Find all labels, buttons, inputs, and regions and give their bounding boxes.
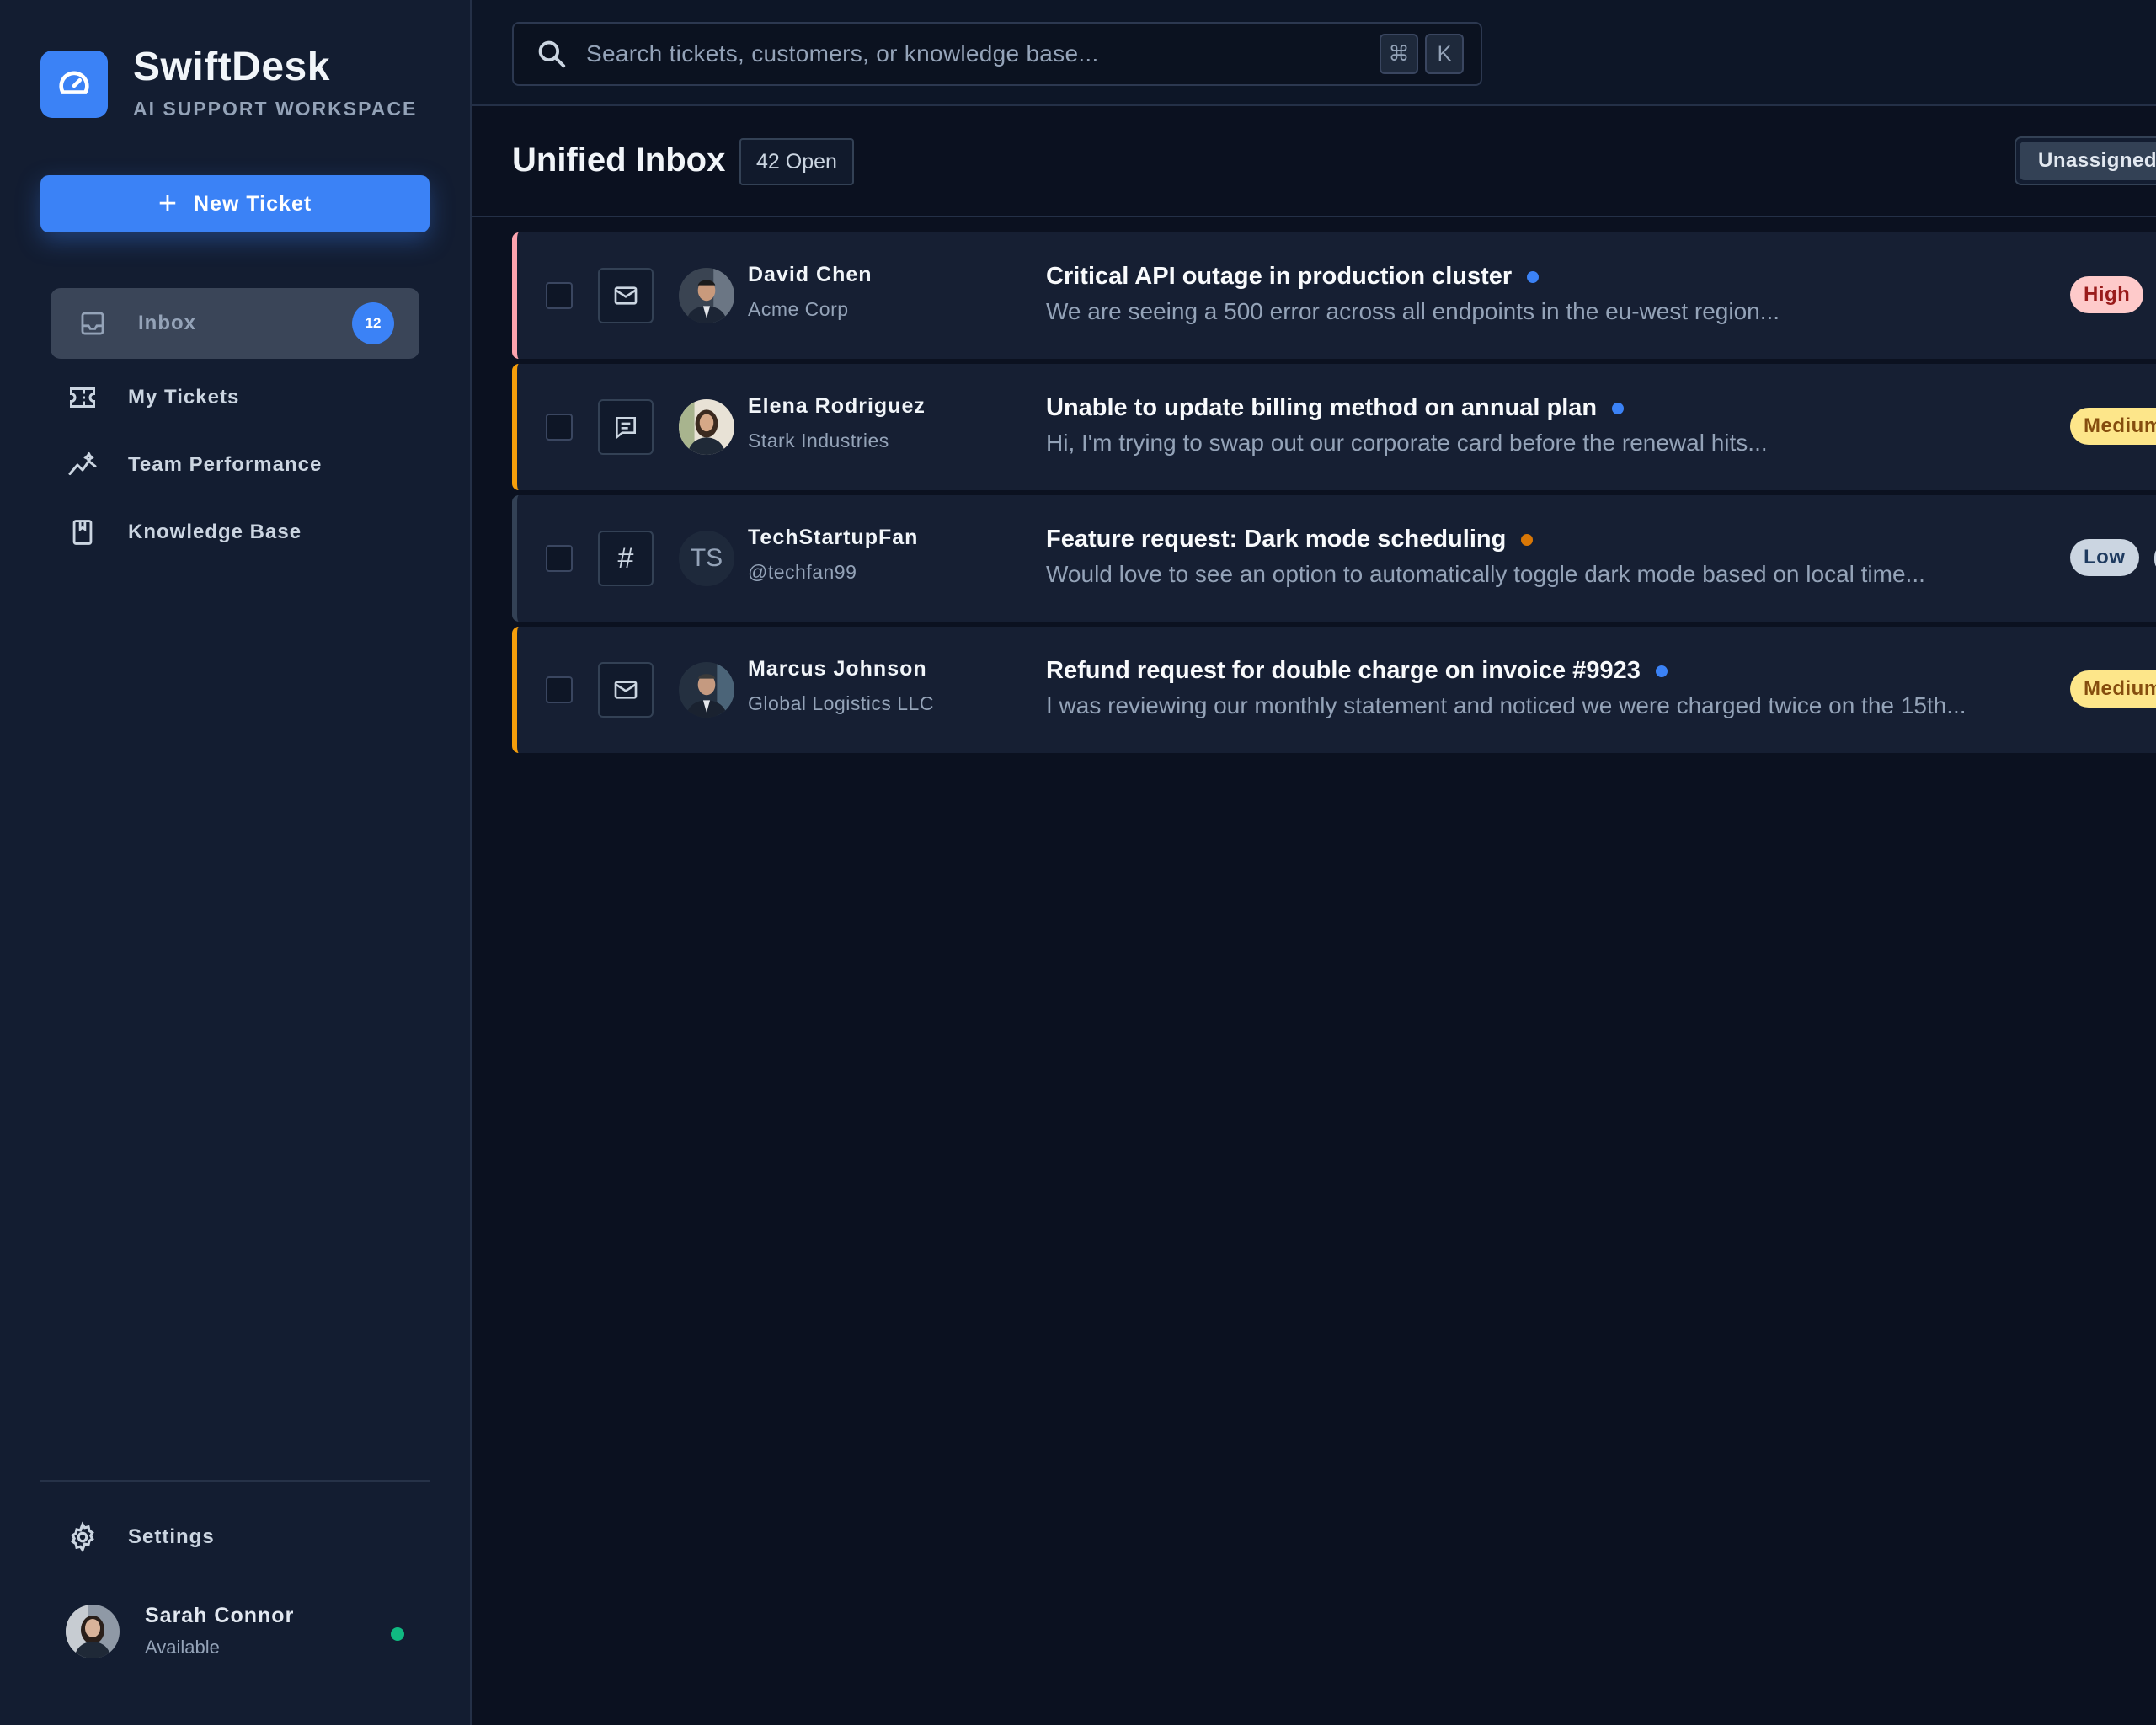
brand: SwiftDesk AI SUPPORT WORKSPACE	[40, 47, 417, 120]
sidebar: SwiftDesk AI SUPPORT WORKSPACE + New Tic…	[0, 0, 472, 1725]
trending-icon	[66, 448, 99, 482]
ticket-subject-text: Refund request for double charge on invo…	[1046, 657, 1641, 684]
customer-name: Elena Rodriguez	[748, 394, 926, 418]
ticket-preview: We are seeing a 500 error across all end…	[1046, 298, 1780, 324]
unread-dot	[1655, 665, 1668, 677]
row-checkbox[interactable]	[546, 545, 573, 572]
row-checkbox[interactable]	[546, 414, 573, 441]
sidebar-item-label: Team Performance	[128, 453, 323, 476]
chat-icon	[598, 399, 654, 455]
online-status-dot	[391, 1627, 404, 1641]
mail-icon	[598, 662, 654, 718]
ticket-subject: Critical API outage in production cluste…	[1046, 263, 1540, 291]
search-placeholder: Search tickets, customers, or knowledge …	[586, 40, 1099, 67]
sidebar-item-my-tickets[interactable]: My Tickets	[40, 362, 409, 433]
ticket-preview: I was reviewing our monthly statement an…	[1046, 692, 1967, 718]
customer-name: TechStartupFan	[748, 526, 919, 549]
sidebar-item-label: My Tickets	[128, 386, 240, 409]
priority-badge: Medium	[2070, 408, 2156, 445]
ticket-subject: Feature request: Dark mode scheduling	[1046, 526, 1534, 553]
user-status: Available	[145, 1637, 220, 1658]
ticket-subject-text: Critical API outage in production cluste…	[1046, 263, 1513, 290]
current-user[interactable]: Sarah Connor Available	[66, 1604, 404, 1658]
ticket-subject: Refund request for double charge on invo…	[1046, 657, 1668, 685]
row-checkbox[interactable]	[546, 282, 573, 309]
page-title: Unified Inbox	[512, 142, 726, 179]
new-ticket-label: New Ticket	[194, 191, 312, 216]
table-row[interactable]: # TS TechStartupFan @techfan99 Feature r…	[512, 495, 2156, 622]
priority-badge: Low	[2070, 539, 2139, 576]
open-count-badge: 42 Open	[739, 138, 854, 185]
brand-subtitle: AI SUPPORT WORKSPACE	[133, 98, 418, 120]
customer-org: Global Logistics LLC	[748, 692, 934, 714]
unread-dot	[1521, 533, 1534, 546]
settings-label: Settings	[128, 1525, 215, 1548]
avatar	[679, 662, 734, 718]
priority-badge: Medium	[2070, 670, 2156, 708]
book-icon	[66, 515, 99, 549]
ticket-preview: Would love to see an option to automatic…	[1046, 561, 1925, 587]
mail-icon	[598, 268, 654, 323]
user-name: Sarah Connor	[145, 1604, 295, 1627]
ticket-preview: Hi, I'm trying to swap out our corporate…	[1046, 430, 1768, 456]
customer-org: Acme Corp	[748, 298, 849, 320]
inbox-count-badge: 12	[352, 302, 394, 344]
sidebar-item-label: Inbox	[138, 312, 196, 334]
inbox-header: Unified Inbox 42 Open Unassigned	[472, 108, 2156, 217]
sidebar-item-inbox[interactable]: Inbox 12	[51, 288, 419, 359]
avatar	[679, 268, 734, 323]
sidebar-item-team-performance[interactable]: Team Performance	[40, 430, 409, 500]
row-checkbox[interactable]	[546, 676, 573, 703]
new-ticket-button[interactable]: + New Ticket	[40, 175, 430, 232]
ticket-subject-text: Unable to update billing method on annua…	[1046, 394, 1598, 421]
gear-icon	[66, 1520, 99, 1554]
tab-unassigned-label: Unassigned	[2020, 142, 2156, 180]
table-row[interactable]: David Chen Acme Corp Critical API outage…	[512, 232, 2156, 359]
plus-icon: +	[157, 186, 178, 222]
ticket-subject: Unable to update billing method on annua…	[1046, 394, 1625, 422]
avatar-initials: TS	[679, 531, 734, 586]
tab-unassigned[interactable]: Unassigned	[2015, 136, 2156, 185]
customer-name: Marcus Johnson	[748, 657, 927, 681]
ticket-icon	[66, 381, 99, 414]
hash-icon: #	[598, 531, 654, 586]
sidebar-item-label: Knowledge Base	[128, 521, 302, 543]
brand-name: SwiftDesk	[133, 45, 330, 89]
app-root: SwiftDesk AI SUPPORT WORKSPACE + New Tic…	[0, 0, 2156, 1725]
search-input[interactable]: Search tickets, customers, or knowledge …	[512, 22, 1482, 86]
table-row[interactable]: Elena Rodriguez Stark Industries Unable …	[512, 364, 2156, 490]
command-key-hint: ⌘	[1380, 34, 1418, 74]
avatar	[66, 1604, 120, 1658]
customer-name: David Chen	[748, 263, 873, 286]
ticket-subject-text: Feature request: Dark mode scheduling	[1046, 526, 1507, 553]
unread-dot	[1527, 270, 1540, 283]
sidebar-item-knowledge-base[interactable]: Knowledge Base	[40, 497, 409, 568]
customer-handle: @techfan99	[748, 561, 857, 583]
sidebar-divider	[40, 1480, 430, 1482]
priority-badge: High	[2070, 276, 2144, 313]
k-key-hint: K	[1425, 34, 1464, 74]
customer-org: Stark Industries	[748, 430, 889, 451]
inbox-icon	[76, 307, 109, 340]
avatar	[679, 399, 734, 455]
table-row[interactable]: Marcus Johnson Global Logistics LLC Refu…	[512, 627, 2156, 753]
unread-dot	[1612, 402, 1625, 414]
search-icon	[536, 38, 568, 70]
speedometer-icon[interactable]	[40, 50, 108, 118]
topbar: Search tickets, customers, or knowledge …	[472, 0, 2156, 106]
settings-button[interactable]: Settings	[66, 1516, 215, 1558]
